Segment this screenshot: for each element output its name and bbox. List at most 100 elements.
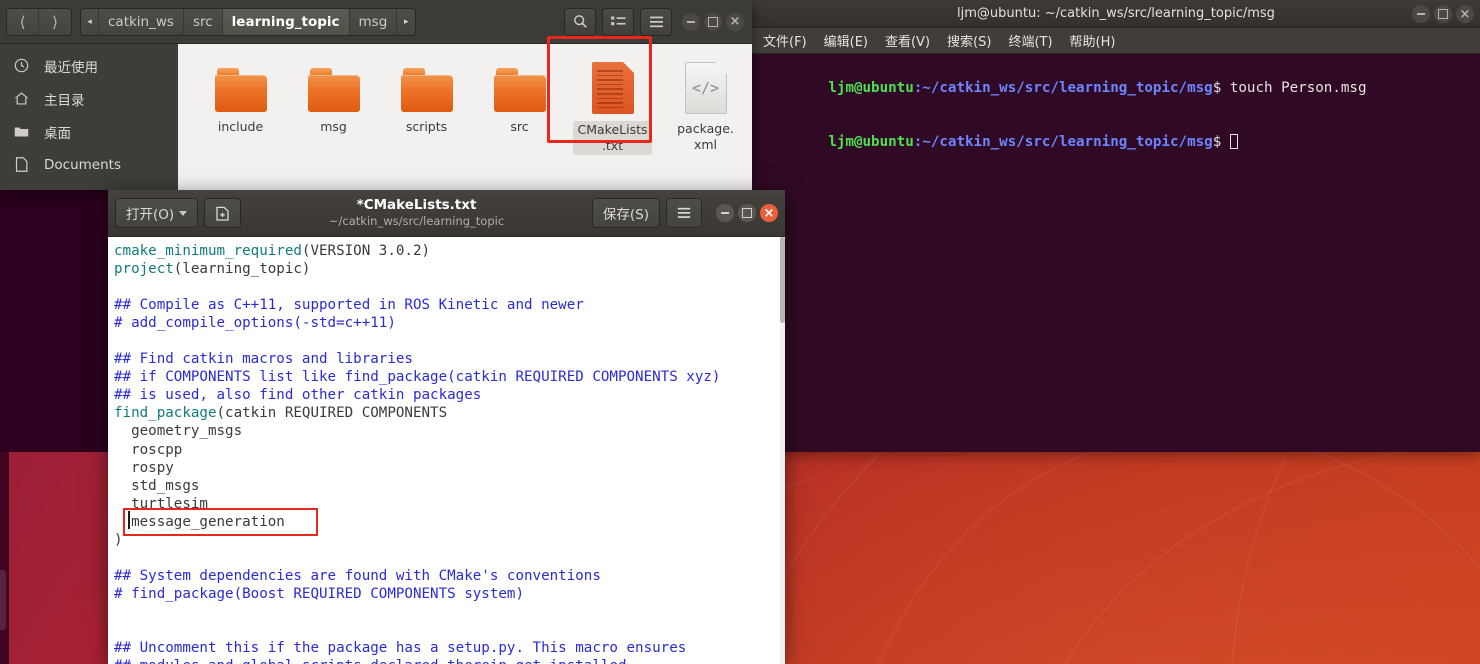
- terminal-cursor: [1229, 134, 1238, 149]
- sidebar-item-documents[interactable]: Documents: [0, 148, 178, 181]
- menu-terminal[interactable]: 终端(T): [1001, 29, 1059, 52]
- file-item-scripts[interactable]: scripts: [380, 58, 473, 155]
- editor-scrollbar[interactable]: [780, 237, 785, 664]
- terminal-title: ljm@ubuntu: ~/catkin_ws/src/learning_top…: [957, 6, 1275, 21]
- menu-search[interactable]: 搜索(S): [940, 29, 998, 52]
- maximize-button[interactable]: [704, 12, 722, 31]
- code-span: cmake_minimum_required: [114, 243, 302, 259]
- file-manager-headerbar[interactable]: ⟨ ⟩ ◂ catkin_ws src learning_topic msg ▸: [0, 0, 752, 44]
- code-span: ## Find catkin macros and libraries: [114, 351, 413, 368]
- breadcrumb-scroll-left-icon[interactable]: ◂: [81, 8, 99, 35]
- file-manager-tools[interactable]: [564, 7, 672, 36]
- terminal-path: :~/catkin_ws/src/learning_topic/msg: [913, 134, 1213, 150]
- maximize-button[interactable]: [1434, 5, 1452, 23]
- code-line: # find_package(Boost REQUIRED COMPONENTS…: [110, 585, 785, 603]
- code-span: ## is used, also find other catkin packa…: [114, 387, 482, 404]
- breadcrumb-item-catkin_ws[interactable]: catkin_ws: [99, 8, 184, 35]
- sidebar-item-desktop[interactable]: 桌面: [0, 115, 178, 148]
- code-span: ## if COMPONENTS list like find_package(…: [114, 369, 721, 386]
- new-document-button[interactable]: [204, 198, 242, 228]
- close-button[interactable]: [1456, 5, 1474, 23]
- gedit-title: *CMakeLists.txt: [356, 196, 477, 213]
- code-line: ## modules and global scripts declared t…: [110, 657, 785, 664]
- search-icon[interactable]: [564, 7, 596, 36]
- view-options-icon[interactable]: [602, 7, 634, 36]
- scrollbar-handle[interactable]: [0, 570, 6, 630]
- file-item-cmakelists[interactable]: CMakeLists .txt: [566, 58, 659, 155]
- maximize-button[interactable]: [738, 204, 756, 222]
- gedit-right-tools[interactable]: 保存(S): [591, 198, 778, 228]
- forward-button[interactable]: ⟩: [39, 8, 71, 35]
- sidebar-item-home[interactable]: 主目录: [0, 82, 178, 115]
- open-button-label: 打开(O): [126, 207, 175, 223]
- code-span: (VERSION 3.0.2): [301, 243, 431, 259]
- file-manager-body: 最近使用 主目录 桌面 Documents include msg script…: [0, 36, 752, 190]
- sidebar-item-label: Documents: [44, 156, 121, 173]
- terminal-window-controls[interactable]: [1412, 5, 1474, 23]
- code-span: find_package: [114, 405, 217, 422]
- terminal-path: :~/catkin_ws/src/learning_topic/msg: [913, 80, 1213, 96]
- code-line: std_msgs: [110, 477, 785, 495]
- gedit-text-area[interactable]: cmake_minimum_required(VERSION 3.0.2) pro…: [108, 237, 785, 664]
- sidebar-item-recent[interactable]: 最近使用: [0, 49, 178, 82]
- breadcrumb-item-msg[interactable]: msg: [349, 8, 398, 35]
- minimize-button[interactable]: [716, 204, 734, 222]
- terminal-titlebar[interactable]: ljm@ubuntu: ~/catkin_ws/src/learning_top…: [752, 0, 1480, 28]
- terminal-menubar[interactable]: 文件(F) 编辑(E) 查看(V) 搜索(S) 终端(T) 帮助(H): [752, 28, 1480, 54]
- file-manager-window[interactable]: ⟨ ⟩ ◂ catkin_ws src learning_topic msg ▸: [0, 0, 752, 190]
- breadcrumb-item-src[interactable]: src: [183, 8, 223, 35]
- file-label: package. xml: [677, 121, 734, 152]
- code-span: ): [114, 531, 123, 548]
- save-button[interactable]: 保存(S): [591, 198, 660, 228]
- file-item-msg[interactable]: msg: [287, 58, 380, 155]
- hamburger-menu-icon[interactable]: [640, 7, 672, 36]
- code-line: ## Find catkin macros and libraries: [110, 350, 785, 368]
- close-button[interactable]: [726, 12, 744, 31]
- menu-view[interactable]: 查看(V): [878, 29, 937, 52]
- code-span: project: [114, 261, 174, 278]
- file-manager-sidebar[interactable]: 最近使用 主目录 桌面 Documents: [0, 44, 178, 190]
- gedit-window[interactable]: 打开(O) *CMakeLists.txt ~/catkin_ws/src/le…: [108, 190, 785, 664]
- terminal-window[interactable]: ljm@ubuntu: ~/catkin_ws/src/learning_top…: [752, 0, 1480, 452]
- sidebar-item-label: 主目录: [44, 92, 85, 109]
- code-line: ## Compile as C++11, supported in ROS Ki…: [110, 296, 785, 314]
- gedit-window-controls[interactable]: [716, 204, 778, 222]
- back-button[interactable]: ⟨: [7, 8, 39, 35]
- terminal-line: ljm@ubuntu:~/catkin_ws/src/learning_topi…: [760, 61, 1480, 115]
- desktop-screen: ljm@ubuntu: ~/catkin_ws/src/learning_top…: [0, 0, 1480, 664]
- file-manager-window-controls[interactable]: [682, 12, 744, 31]
- sidebar-item-label: 桌面: [44, 125, 71, 142]
- code-line: turtlesim: [110, 495, 785, 513]
- breadcrumb-item-learning_topic[interactable]: learning_topic: [222, 8, 350, 35]
- code-span: roscpp: [114, 441, 183, 458]
- navigation-buttons[interactable]: ⟨ ⟩: [6, 7, 72, 36]
- folder-icon: [493, 68, 546, 112]
- code-line: ## if COMPONENTS list like find_package(…: [110, 368, 785, 386]
- breadcrumb-scroll-right-icon[interactable]: ▸: [397, 8, 416, 35]
- file-manager-icon-view[interactable]: include msg scripts src CMakeLists .txt …: [178, 36, 752, 190]
- xml-code-icon: </>: [684, 62, 727, 114]
- breadcrumb[interactable]: ◂ catkin_ws src learning_topic msg ▸: [80, 7, 417, 36]
- minimize-button[interactable]: [1412, 5, 1430, 23]
- sidebar-item-downloads[interactable]: Downloads: [0, 181, 178, 191]
- file-item-include[interactable]: include: [194, 58, 287, 155]
- file-label: msg: [320, 119, 347, 134]
- terminal-output-area[interactable]: ljm@ubuntu:~/catkin_ws/src/learning_topi…: [752, 54, 1480, 452]
- gedit-headerbar[interactable]: 打开(O) *CMakeLists.txt ~/catkin_ws/src/le…: [108, 190, 785, 237]
- file-item-src[interactable]: src: [473, 58, 566, 155]
- minimize-button[interactable]: [682, 12, 700, 31]
- menu-file[interactable]: 文件(F): [756, 29, 814, 52]
- close-button[interactable]: [760, 204, 778, 222]
- menu-edit[interactable]: 编辑(E): [817, 29, 875, 52]
- open-file-button[interactable]: 打开(O): [115, 198, 199, 228]
- gedit-title-block: *CMakeLists.txt ~/catkin_ws/src/learning…: [241, 196, 592, 229]
- hamburger-menu-icon[interactable]: [666, 198, 702, 228]
- file-item-package-xml[interactable]: </> package. xml: [659, 58, 752, 155]
- file-label: src: [510, 119, 529, 134]
- editor-scrollbar-thumb[interactable]: [780, 237, 785, 323]
- code-line: ## Uncomment this if the package has a s…: [110, 639, 785, 657]
- code-span: (learning_topic): [173, 261, 311, 278]
- code-line: geometry_msgs: [110, 422, 785, 440]
- menu-help[interactable]: 帮助(H): [1063, 29, 1123, 52]
